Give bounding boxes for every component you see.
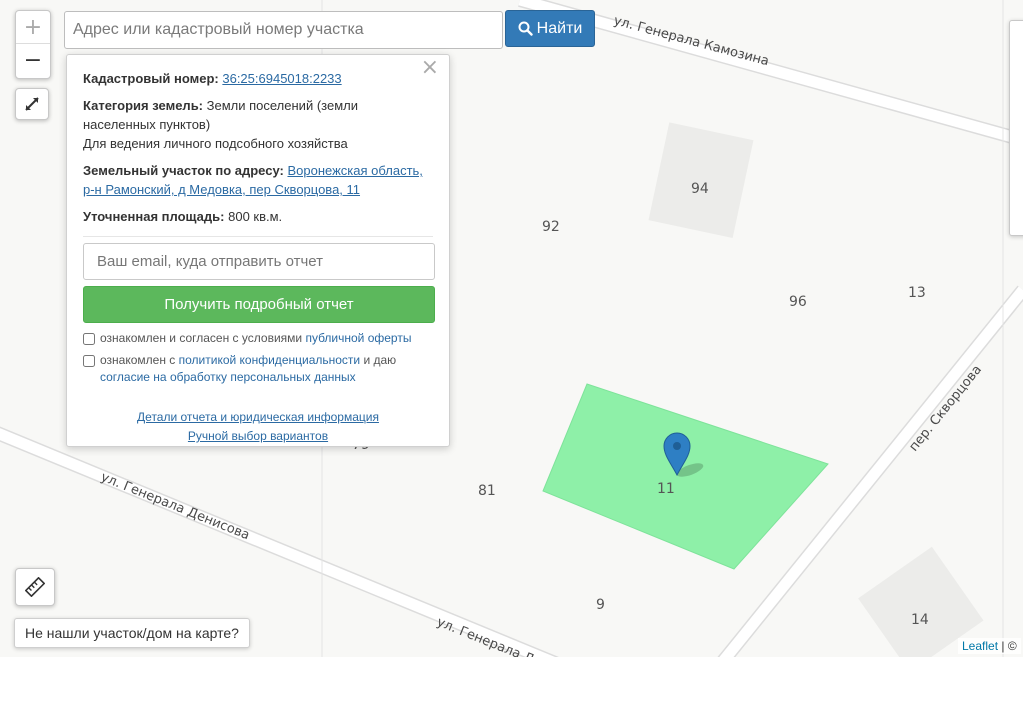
- manual-selection-link[interactable]: Ручной выбор вариантов: [83, 427, 433, 446]
- report-details-link[interactable]: Детали отчета и юридическая информация: [83, 408, 433, 427]
- selected-parcel[interactable]: [542, 383, 829, 570]
- house-number-92: 92: [542, 219, 560, 235]
- zoom-control: + −: [15, 10, 51, 79]
- address-row: Земельный участок по адресу: Воронежская…: [83, 161, 433, 199]
- usage-value: Для ведения личного подсобного хозяйства: [83, 136, 348, 151]
- divider: [83, 236, 433, 237]
- personal-data-consent-link[interactable]: согласие на обработку персональных данны…: [100, 370, 356, 384]
- house-number-96: 96: [789, 294, 807, 310]
- category-label: Категория земель:: [83, 98, 204, 113]
- get-report-button[interactable]: Получить подробный отчет: [83, 286, 435, 323]
- street-label-denisova: ул. Генерала Денисова: [99, 470, 252, 544]
- privacy-policy-link[interactable]: политикой конфиденциальности: [179, 353, 360, 367]
- street-label-kamozina: ул. Генерала Камозина: [612, 13, 771, 69]
- popup-links: Детали отчета и юридическая информация Р…: [83, 408, 433, 446]
- close-icon[interactable]: ×: [421, 57, 439, 79]
- house-number-9: 9: [596, 597, 605, 613]
- area-row: Уточненная площадь: 800 кв.м.: [83, 207, 433, 226]
- house-number-14: 14: [911, 612, 929, 628]
- search-button-label: Найти: [536, 19, 583, 37]
- not-found-button[interactable]: Не нашли участок/дом на карте?: [14, 618, 250, 648]
- consent-offer-text: ознакомлен и согласен с условиями публич…: [100, 331, 412, 345]
- email-field[interactable]: [83, 243, 435, 280]
- fullscreen-button[interactable]: [15, 88, 49, 120]
- consent-privacy-checkbox[interactable]: [83, 355, 95, 367]
- ruler-button[interactable]: [15, 568, 55, 606]
- house-number-81: 81: [478, 483, 496, 499]
- category-row: Категория земель: Земли поселений (земли…: [83, 96, 433, 153]
- cadastral-number-link[interactable]: 36:25:6945018:2233: [222, 71, 341, 86]
- street-label-denisova-2: ул. Генерала Д: [435, 615, 537, 657]
- cadastral-row: Кадастровый номер: 36:25:6945018:2233: [83, 69, 433, 88]
- house-number-11: 11: [657, 481, 675, 497]
- address-label: Земельный участок по адресу:: [83, 163, 284, 178]
- area-label: Уточненная площадь:: [83, 209, 225, 224]
- zoom-in-button[interactable]: +: [16, 11, 50, 44]
- ruler-icon: [25, 577, 45, 597]
- search-input[interactable]: [64, 11, 503, 49]
- attribution-copyright: | ©: [1001, 639, 1017, 653]
- right-side-panel: [1009, 20, 1023, 236]
- consent-offer-row: ознакомлен и согласен с условиями публич…: [83, 330, 433, 347]
- house-number-94: 94: [691, 181, 709, 197]
- house-number-13: 13: [908, 285, 926, 301]
- parcel-info-popup: × Кадастровый номер: 36:25:6945018:2233 …: [66, 54, 450, 447]
- zoom-out-button[interactable]: −: [16, 44, 50, 77]
- area-value: 800 кв.м.: [228, 209, 283, 224]
- map-attribution: Leaflet | ©: [958, 638, 1021, 654]
- public-offer-link[interactable]: публичной оферты: [305, 331, 411, 345]
- consent-offer-checkbox[interactable]: [83, 333, 95, 345]
- consent-privacy-text: ознакомлен с политикой конфиденциальност…: [100, 353, 397, 384]
- search-icon: [518, 21, 533, 36]
- consent-privacy-row: ознакомлен с политикой конфиденциальност…: [83, 352, 433, 386]
- leaflet-link[interactable]: Leaflet: [962, 639, 998, 653]
- search-button[interactable]: Найти: [505, 10, 595, 47]
- fullscreen-icon: [25, 97, 39, 111]
- cadastral-label: Кадастровый номер:: [83, 71, 219, 86]
